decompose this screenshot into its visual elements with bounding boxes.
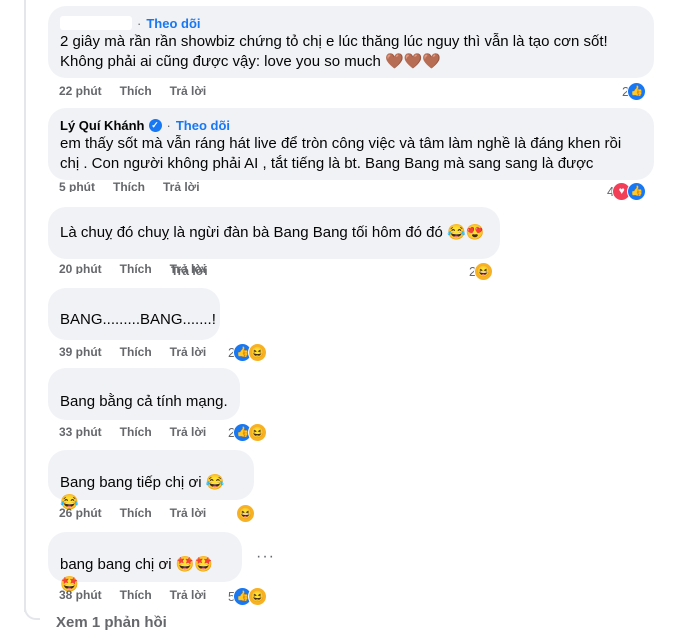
like-button[interactable]: Thích xyxy=(120,264,152,274)
reply-button-visible[interactable]: Trả lời xyxy=(171,263,208,279)
reply-button[interactable]: Trả lời xyxy=(170,506,207,520)
comment-text: 2 giây mà rần rần showbiz chứng tỏ chị e… xyxy=(60,33,608,70)
reaction-summary[interactable]: 2 👍 😆 xyxy=(228,342,268,362)
reply-button[interactable]: Trả lời xyxy=(163,182,200,192)
haha-icon: 😆 xyxy=(248,342,268,362)
comment-bubble: BANG.........BANG.......! xyxy=(48,288,220,340)
comment-text: Là chuỵ đó chuỵ là ngừi đàn bà Bang Bang… xyxy=(60,224,485,241)
like-button[interactable]: Thích xyxy=(120,506,152,520)
reaction-summary[interactable]: 5 👍 😆 xyxy=(228,586,268,606)
haha-icon: 😆 xyxy=(248,586,268,606)
reply-button[interactable]: Trả lời xyxy=(170,425,207,439)
author-name[interactable]: Lý Quí Khánh xyxy=(60,118,145,133)
comment-time[interactable]: 38 phút xyxy=(59,588,102,602)
comment-actions: 38 phút Thích Trả lời xyxy=(59,587,206,603)
comment-bubble: Là chuỵ đó chuỵ là ngừi đàn bà Bang Bang… xyxy=(48,207,500,259)
like-icon: 👍 xyxy=(627,181,647,201)
like-button[interactable]: Thích xyxy=(120,84,152,98)
like-icon: 👍 xyxy=(627,81,647,101)
follow-button[interactable]: Theo dõi xyxy=(146,16,200,31)
follow-button[interactable]: Theo dõi xyxy=(176,118,230,133)
reply-button[interactable]: Trả lời xyxy=(170,345,207,359)
comment-bubble: Lý Quí Khánh ✓ · Theo dõi em thấy sốt mà… xyxy=(48,108,654,180)
like-button[interactable]: Thích xyxy=(113,182,145,192)
comment-time[interactable]: 26 phút xyxy=(59,506,102,520)
like-button[interactable]: Thích xyxy=(120,425,152,439)
thread-line xyxy=(24,0,26,612)
more-options-button[interactable]: ··· xyxy=(256,548,275,566)
reaction-summary[interactable]: 2 😆 xyxy=(469,261,494,281)
haha-icon: 😆 xyxy=(248,422,268,442)
separator-dot: · xyxy=(137,15,142,31)
comment-time[interactable]: 5 phút xyxy=(59,182,95,192)
reaction-summary[interactable]: 2 👍 xyxy=(622,81,647,101)
comment-actions: 33 phút Thích Trả lời xyxy=(59,424,206,440)
comment-text: em thấy sốt mà vẫn ráng hát live để tròn… xyxy=(60,135,622,172)
comment-bubble: · Theo dõi 2 giây mà rần rần showbiz chứ… xyxy=(48,6,654,78)
comment-time[interactable]: 39 phút xyxy=(59,345,102,359)
reaction-summary[interactable]: 4 ♥ 👍 xyxy=(607,181,647,201)
reaction-summary[interactable]: 2 👍 😆 xyxy=(228,422,268,442)
comment-actions: 26 phút Thích Trả lời xyxy=(59,505,206,521)
comment-time[interactable]: 33 phút xyxy=(59,425,102,439)
comment-time[interactable]: 20 phút xyxy=(59,264,102,274)
comment-text: Bang bằng cả tính mạng. xyxy=(60,393,228,410)
see-replies-link[interactable]: Xem 1 phản hồi xyxy=(56,614,167,631)
haha-icon: 😆 xyxy=(474,261,494,281)
thread-elbow xyxy=(24,600,40,620)
comment-header: Lý Quí Khánh ✓ · Theo dõi xyxy=(60,116,642,134)
comment-actions: 22 phút Thích Trả lời xyxy=(59,83,206,99)
reply-button[interactable]: Trả lời xyxy=(170,588,207,602)
haha-icon: 😆 xyxy=(236,503,255,523)
comment-time[interactable]: 22 phút xyxy=(59,84,102,98)
like-button[interactable]: Thích xyxy=(120,345,152,359)
reaction-summary[interactable]: 😆 xyxy=(236,503,255,523)
comment-header: · Theo dõi xyxy=(60,14,642,32)
comment-actions: 39 phút Thích Trả lời xyxy=(59,344,206,360)
comment-text: BANG.........BANG.......! xyxy=(60,311,216,328)
comment-bubble: Bang bằng cả tính mạng. xyxy=(48,368,240,420)
reply-label[interactable]: Trả lời xyxy=(171,264,208,278)
comment-bubble: bang bang chị ơi 🤩🤩🤩 xyxy=(48,532,242,593)
verified-badge-icon: ✓ xyxy=(148,118,162,132)
comment-bubble: Bang bang tiếp chị ơi 😂😂 xyxy=(48,450,254,511)
reply-button[interactable]: Trả lời xyxy=(170,84,207,98)
separator-dot: · xyxy=(166,117,171,133)
like-button[interactable]: Thích xyxy=(120,588,152,602)
comment-actions: 5 phút Thích Trả lời xyxy=(59,182,200,192)
hidden-author-name xyxy=(60,16,132,30)
